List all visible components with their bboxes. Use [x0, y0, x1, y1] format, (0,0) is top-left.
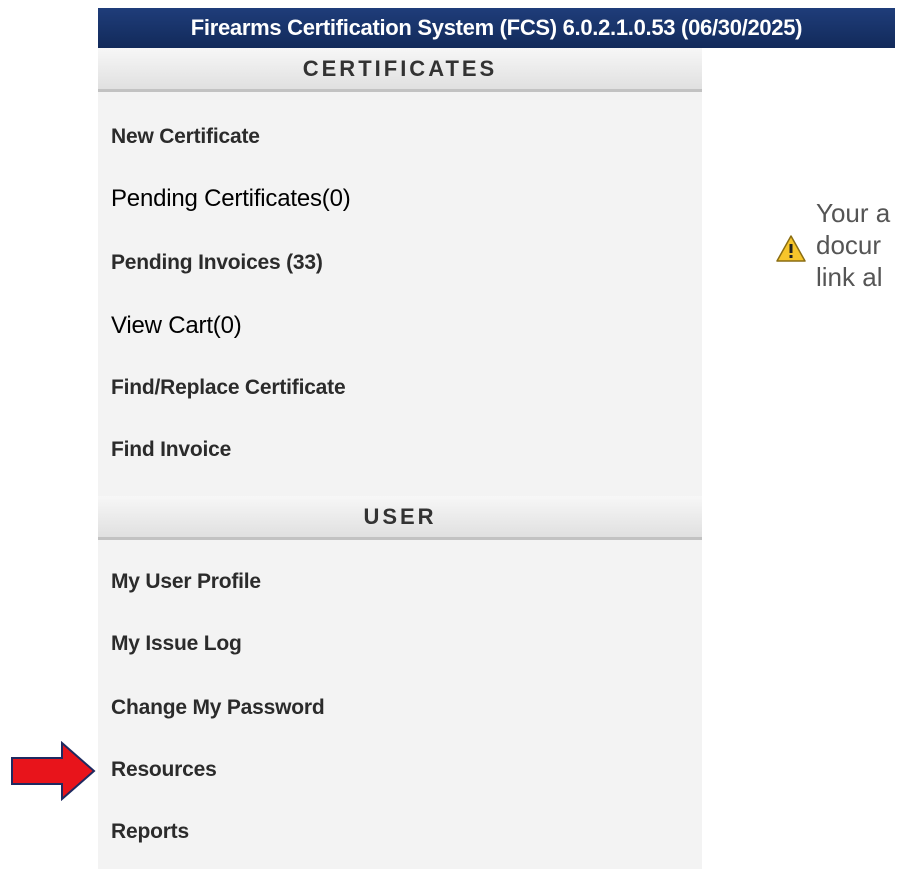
menu-item-new-certificate[interactable]: New Certificate — [111, 125, 260, 149]
warning-text-line: link al — [816, 262, 883, 292]
warning-text-line: docur — [816, 230, 882, 260]
menu-item-my-issue-log[interactable]: My Issue Log — [111, 632, 242, 656]
menu-item-find-replace-certificate[interactable]: Find/Replace Certificate — [111, 376, 346, 400]
menu-item-pending-certificates[interactable]: Pending Certificates(0) — [111, 185, 351, 213]
app-title: Firearms Certification System (FCS) 6.0.… — [190, 15, 803, 40]
warning-text: Your a docur link al — [816, 197, 890, 293]
menu-item-pending-invoices[interactable]: Pending Invoices (33) — [111, 251, 323, 275]
menu-item-change-my-password[interactable]: Change My Password — [111, 696, 325, 720]
app-title-bar: Firearms Certification System (FCS) 6.0.… — [98, 8, 895, 48]
menu-item-my-user-profile[interactable]: My User Profile — [111, 570, 261, 594]
red-arrow-icon — [10, 740, 96, 806]
warning-icon — [776, 235, 806, 267]
sidebar-menu: CERTIFICATES New Certificate Pending Cer… — [98, 48, 702, 869]
section-header-user: USER — [98, 496, 702, 540]
section-header-certificates: CERTIFICATES — [98, 48, 702, 92]
menu-item-find-invoice[interactable]: Find Invoice — [111, 438, 231, 462]
menu-item-view-cart[interactable]: View Cart(0) — [111, 312, 242, 340]
menu-item-resources[interactable]: Resources — [111, 758, 217, 782]
menu-item-reports[interactable]: Reports — [111, 820, 189, 844]
warning-notice: Your a docur link al — [776, 197, 900, 307]
warning-text-line: Your a — [816, 198, 891, 228]
